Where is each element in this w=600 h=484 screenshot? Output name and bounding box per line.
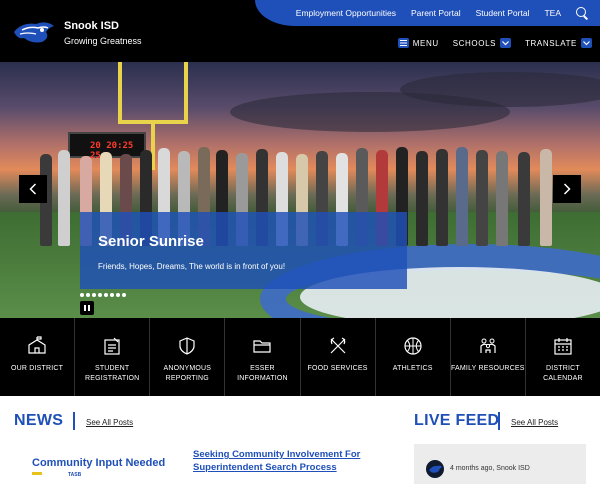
- news-image-accent: [32, 472, 42, 475]
- chevron-down-icon: [500, 38, 512, 48]
- post-meta: 4 months ago, Snook ISD: [450, 465, 530, 472]
- hamburger-icon: [397, 38, 409, 48]
- hero-slideshow: 20 20:25 25 Senior Sunrise Friends, Hope…: [0, 62, 600, 318]
- slide-dot[interactable]: [86, 293, 90, 297]
- previous-slide-button[interactable]: [19, 175, 47, 203]
- news-heading: NEWS: [14, 412, 64, 429]
- util-link-parent-portal[interactable]: Parent Portal: [411, 8, 461, 18]
- snook-logo-icon: [429, 465, 442, 473]
- news-image-text: Community Input Needed: [32, 457, 166, 469]
- snook-logo[interactable]: [12, 16, 56, 46]
- quick-link-district-calendar[interactable]: DISTRICT CALENDAR: [526, 318, 600, 396]
- quick-link-label: STUDENT REGISTRATION: [84, 365, 140, 382]
- goalpost: [118, 62, 122, 122]
- slide-dot[interactable]: [92, 293, 96, 297]
- slide-dot[interactable]: [104, 293, 108, 297]
- quick-link-label: ANONYMOUS REPORTING: [163, 365, 212, 382]
- quick-link-our-district[interactable]: OUR DISTRICT: [0, 318, 76, 396]
- schools-label: SCHOOLS: [452, 38, 497, 48]
- quick-link-label: DISTRICT CALENDAR: [543, 365, 583, 382]
- quick-link-athletics[interactable]: ATHLETICS: [376, 318, 451, 396]
- school-icon: [28, 336, 46, 354]
- chevron-right-icon: [563, 183, 571, 195]
- util-link-employment[interactable]: Employment Opportunities: [296, 8, 396, 18]
- quick-link-label: ATHLETICS: [392, 365, 433, 372]
- slide-title: Senior Sunrise: [98, 233, 204, 250]
- utility-bar: Employment Opportunities Parent Portal S…: [255, 0, 600, 26]
- quick-link-esser-information[interactable]: ESSER INFORMATION: [225, 318, 301, 396]
- main-nav: MENU SCHOOLS TRANSLATE: [397, 38, 592, 48]
- live-feed-heading: LIVE FEED: [414, 412, 500, 429]
- heading-divider: [498, 412, 500, 430]
- clipboard-icon: [104, 337, 120, 355]
- quick-link-family-resources[interactable]: FAMILY RESOURCES: [451, 318, 526, 396]
- next-slide-button[interactable]: [553, 175, 581, 203]
- slide-caption[interactable]: Senior Sunrise Friends, Hopes, Dreams, T…: [80, 212, 407, 289]
- news-item-title[interactable]: Seeking Community Involvement For Superi…: [193, 448, 393, 474]
- news-item-image[interactable]: Community Input Needed TASB: [26, 448, 184, 480]
- folder-icon: [253, 340, 272, 353]
- avatar: [426, 460, 444, 478]
- slide-dot[interactable]: [98, 293, 102, 297]
- live-feed-see-all-link[interactable]: See All Posts: [511, 418, 558, 427]
- quick-link-anonymous-reporting[interactable]: ANONYMOUS REPORTING: [150, 318, 226, 396]
- search-icon[interactable]: [576, 7, 588, 19]
- scoreboard-text: 20 20:25 25: [90, 141, 134, 161]
- quick-links-bar: OUR DISTRICT STUDENT REGISTRATION ANONYM…: [0, 318, 600, 396]
- slide-dot[interactable]: [122, 293, 126, 297]
- quick-link-label: FAMILY RESOURCES: [450, 365, 525, 372]
- chevron-down-icon: [581, 38, 592, 48]
- goalpost: [184, 62, 188, 122]
- menu-label: MENU: [412, 38, 439, 48]
- news-image-tag: TASB: [68, 472, 82, 478]
- slide-dot[interactable]: [110, 293, 114, 297]
- pause-icon: [84, 305, 86, 311]
- quick-link-student-registration[interactable]: STUDENT REGISTRATION: [75, 318, 151, 396]
- calendar-icon: [554, 338, 572, 355]
- schools-dropdown[interactable]: SCHOOLS: [452, 38, 512, 48]
- util-link-student-portal[interactable]: Student Portal: [476, 8, 530, 18]
- quick-link-label: ESSER INFORMATION: [237, 365, 288, 382]
- quick-link-label: FOOD SERVICES: [307, 365, 368, 372]
- slide-indicators: [80, 293, 126, 297]
- basketball-icon: [404, 337, 422, 355]
- slide-dot[interactable]: [116, 293, 120, 297]
- slide-dot[interactable]: [80, 293, 84, 297]
- menu-button[interactable]: MENU: [397, 38, 439, 48]
- family-icon: [480, 338, 496, 353]
- quick-link-food-services[interactable]: FOOD SERVICES: [301, 318, 376, 396]
- heading-divider: [73, 412, 75, 430]
- live-feed-post[interactable]: 4 months ago, Snook ISD: [414, 444, 586, 484]
- utensils-icon: [330, 337, 345, 354]
- news-see-all-link[interactable]: See All Posts: [86, 418, 133, 427]
- site-header: Employment Opportunities Parent Portal S…: [0, 0, 600, 62]
- translate-label: TRANSLATE: [525, 38, 577, 48]
- site-tagline: Growing Greatness: [64, 36, 142, 46]
- chevron-left-icon: [29, 183, 37, 195]
- util-link-tea[interactable]: TEA: [544, 8, 561, 18]
- translate-dropdown[interactable]: TRANSLATE: [525, 38, 592, 48]
- quick-link-label: OUR DISTRICT: [10, 365, 64, 372]
- slide-subtitle: Friends, Hopes, Dreams, The world is in …: [98, 262, 286, 271]
- pause-slideshow-button[interactable]: [80, 301, 94, 315]
- site-name[interactable]: Snook ISD: [64, 20, 119, 32]
- shield-icon: [179, 337, 195, 355]
